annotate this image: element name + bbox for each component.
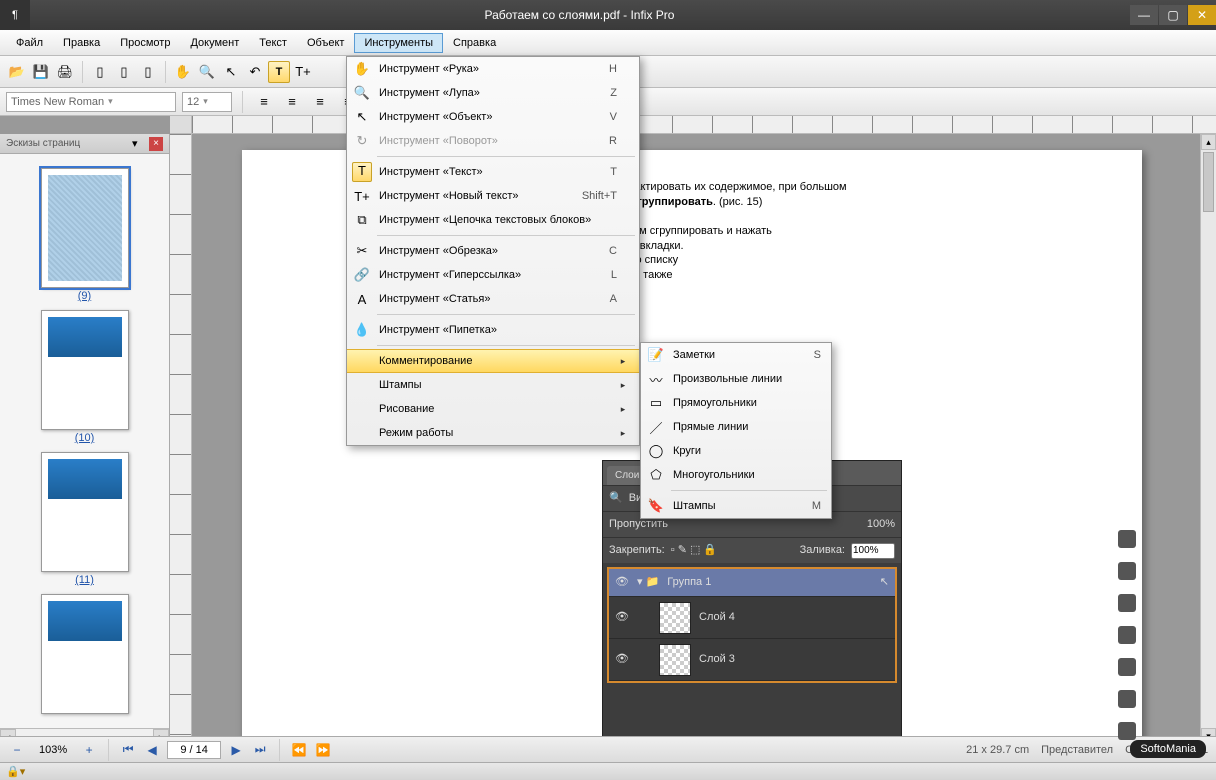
menu-object[interactable]: Объект [297, 33, 354, 53]
app-icon: ¶ [0, 0, 30, 30]
zoom-out-button[interactable]: − [8, 741, 26, 759]
ruler-horizontal [170, 116, 1216, 134]
align-center-button[interactable]: ≡ [281, 91, 303, 113]
submenu-item[interactable]: ／Прямые линии [641, 415, 831, 439]
align-left-button[interactable]: ≡ [253, 91, 275, 113]
next-page-button[interactable]: ▶ [227, 741, 245, 759]
zoom-value[interactable]: 103% [32, 741, 74, 759]
menu-help[interactable]: Справка [443, 33, 506, 53]
watermark: SoftoMania [1130, 740, 1206, 758]
submenu-item[interactable]: ◯Круги [641, 439, 831, 463]
commenting-submenu: 📝ЗаметкиS〰Произвольные линии▭Прямоугольн… [640, 342, 832, 519]
menu-item[interactable]: 🔗Инструмент «Гиперссылка»L [347, 263, 639, 287]
menu-document[interactable]: Документ [180, 33, 249, 53]
text-plus-tool[interactable]: T+ [292, 61, 314, 83]
open-button[interactable]: 📂 [6, 61, 28, 83]
maximize-button[interactable]: ▢ [1159, 5, 1187, 25]
menu-item[interactable]: Режим работы▸ [347, 421, 639, 445]
embedded-sidebar-icons [1114, 530, 1140, 740]
thumbnail-page-9[interactable] [41, 168, 129, 288]
menu-item[interactable]: TИнструмент «Текст»T [347, 160, 639, 184]
prev-page-button[interactable]: ◀ [143, 741, 161, 759]
zoom-tool[interactable]: 🔍 [196, 61, 218, 83]
lock-icon: 🔒▾ [6, 765, 25, 778]
font-size-combo[interactable]: 12▾ [182, 92, 232, 112]
align-right-button[interactable]: ≡ [309, 91, 331, 113]
page-button-3[interactable]: ▯ [137, 61, 159, 83]
menu-item[interactable]: T+Инструмент «Новый текст»Shift+T [347, 184, 639, 208]
nav-back-button[interactable]: ⏪ [290, 741, 308, 759]
menu-item[interactable]: Рисование▸ [347, 397, 639, 421]
submenu-item[interactable]: 📝ЗаметкиS [641, 343, 831, 367]
menu-item[interactable]: 💧Инструмент «Пипетка» [347, 318, 639, 342]
close-button[interactable]: ✕ [1188, 5, 1216, 25]
panel-close-button[interactable]: × [149, 137, 163, 151]
titlebar: ¶ Работаем со слоями.pdf - Infix Pro — ▢… [0, 0, 1216, 30]
undo-tool[interactable]: ↶ [244, 61, 266, 83]
minimize-button[interactable]: — [1130, 5, 1158, 25]
nav-fwd-button[interactable]: ⏩ [314, 741, 332, 759]
menu-tools[interactable]: Инструменты [354, 33, 443, 53]
vertical-scrollbar[interactable]: ▴ ▾ [1200, 134, 1216, 744]
window-title: Работаем со слоями.pdf - Infix Pro [30, 8, 1129, 22]
page-dims: 21 x 29.7 cm [966, 744, 1029, 756]
page-input[interactable] [167, 741, 221, 759]
thumbnails-list[interactable]: (9) (10) (11) [0, 154, 169, 728]
menu-item[interactable]: AИнструмент «Статья»A [347, 287, 639, 311]
pin-icon[interactable]: ▾ [132, 137, 146, 151]
menu-item[interactable]: ✋Инструмент «Рука»H [347, 57, 639, 81]
menu-item[interactable]: ↖Инструмент «Объект»V [347, 105, 639, 129]
submenu-item[interactable]: ⬠Многоугольники [641, 463, 831, 487]
page-button-1[interactable]: ▯ [89, 61, 111, 83]
page-button-2[interactable]: ▯ [113, 61, 135, 83]
menubar: Файл Правка Просмотр Документ Текст Объе… [0, 30, 1216, 56]
tools-dropdown: ✋Инструмент «Рука»H🔍Инструмент «Лупа»Z↖И… [346, 56, 640, 446]
first-page-button[interactable]: ⏮ [119, 741, 137, 759]
menu-item[interactable]: ✂Инструмент «Обрезка»C [347, 239, 639, 263]
menu-text[interactable]: Текст [249, 33, 297, 53]
text-tool[interactable]: T [268, 61, 290, 83]
thumbnail-page-12[interactable] [41, 594, 129, 714]
print-button[interactable]: 🖨 [54, 61, 76, 83]
menu-view[interactable]: Просмотр [110, 33, 180, 53]
thumbnails-panel: Эскизы страниц ▾ × (9) (10) (11) ◂▸ [0, 134, 170, 744]
zoom-in-button[interactable]: + [80, 741, 98, 759]
hand-tool[interactable]: ✋ [172, 61, 194, 83]
thumbnail-page-11[interactable] [41, 452, 129, 572]
ruler-vertical [170, 134, 192, 744]
submenu-item[interactable]: 〰Произвольные линии [641, 367, 831, 391]
thumbnail-page-10[interactable] [41, 310, 129, 430]
menu-item[interactable]: ↻Инструмент «Поворот»R [347, 129, 639, 153]
menu-edit[interactable]: Правка [53, 33, 110, 53]
submenu-item[interactable]: 🔖ШтампыM [641, 494, 831, 518]
menu-file[interactable]: Файл [6, 33, 53, 53]
menu-item[interactable]: ⧉Инструмент «Цепочка текстовых блоков» [347, 208, 639, 232]
last-page-button[interactable]: ⏭ [251, 741, 269, 759]
font-family-combo[interactable]: Times New Roman▾ [6, 92, 176, 112]
bottom-strip: 🔒▾ [0, 762, 1216, 780]
save-button[interactable]: 💾 [30, 61, 52, 83]
statusbar: − 103% + ⏮ ◀ ▶ ⏭ ⏪ ⏩ 21 x 29.7 cm Предст… [0, 736, 1216, 762]
menu-item[interactable]: 🔍Инструмент «Лупа»Z [347, 81, 639, 105]
thumbnails-title: Эскизы страниц [6, 138, 132, 149]
menu-item[interactable]: Комментирование▸ [347, 349, 639, 373]
submenu-item[interactable]: ▭Прямоугольники [641, 391, 831, 415]
presenter-label: Представител [1041, 744, 1113, 756]
select-tool[interactable]: ↖ [220, 61, 242, 83]
menu-item[interactable]: Штампы▸ [347, 373, 639, 397]
